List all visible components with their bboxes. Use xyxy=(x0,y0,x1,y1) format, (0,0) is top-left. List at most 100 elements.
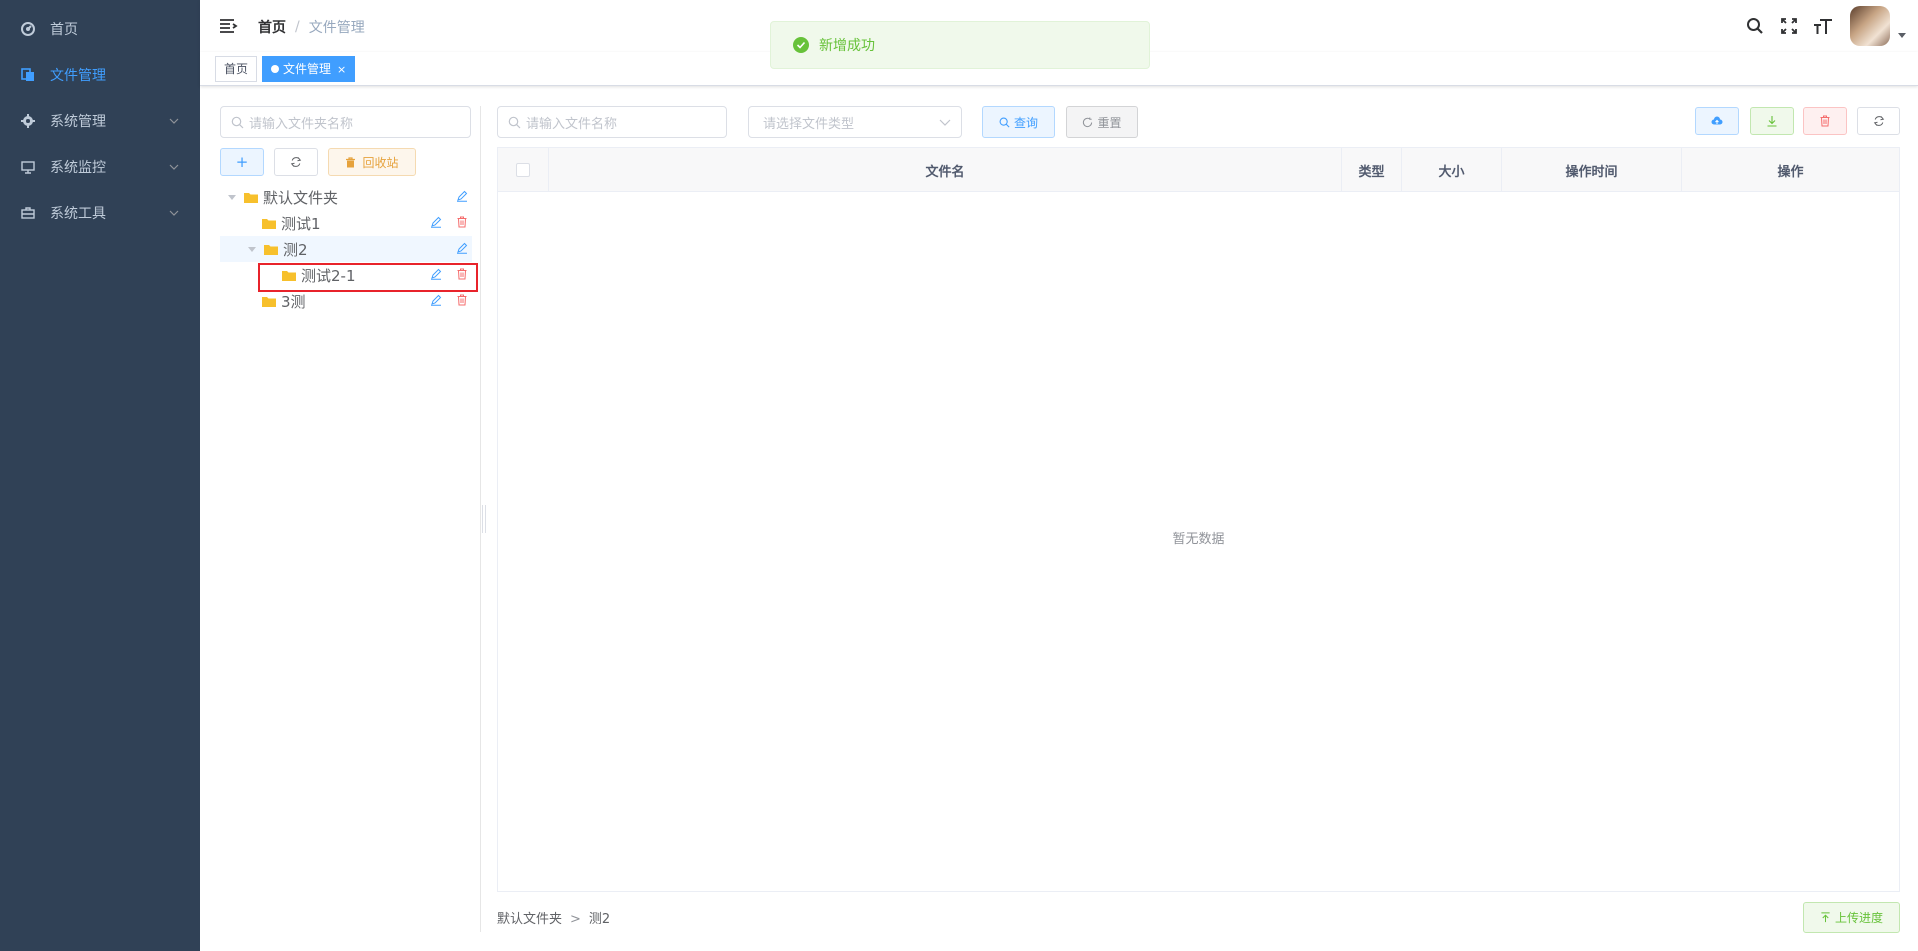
delete-icon[interactable] xyxy=(456,294,470,308)
add-folder-label: + xyxy=(235,153,249,171)
refresh-icon xyxy=(1873,116,1884,126)
folder-icon xyxy=(262,218,276,229)
recycle-bin-label: 回收站 xyxy=(362,155,399,170)
folder-icon xyxy=(244,192,258,203)
tree-node-ce2[interactable]: 测2 xyxy=(220,236,472,262)
column-header-name[interactable]: 文件名 xyxy=(549,148,1342,192)
success-check-icon xyxy=(793,37,809,53)
fullscreen-icon[interactable] xyxy=(1778,15,1800,37)
folder-icon xyxy=(262,296,276,307)
column-header-type[interactable]: 类型 xyxy=(1342,148,1402,192)
sidebar-item-label: 系统监控 xyxy=(50,160,106,176)
gear-icon xyxy=(20,113,36,129)
column-header-actions: 操作 xyxy=(1777,164,1804,180)
chevron-down-icon xyxy=(939,119,951,126)
folder-icon xyxy=(264,244,278,255)
tag-file-management[interactable]: 文件管理 × xyxy=(262,56,356,82)
column-header-time[interactable]: 操作时间 xyxy=(1502,148,1682,192)
delete-icon xyxy=(1820,115,1830,127)
path-segment[interactable]: 测2 xyxy=(589,912,610,927)
tree-node-label: 测试1 xyxy=(281,214,321,233)
active-dot-icon xyxy=(271,65,279,73)
panel-splitter[interactable] xyxy=(480,106,481,932)
folder-path: 默认文件夹 > 测2 xyxy=(497,908,610,927)
recycle-bin-button[interactable]: 回收站 xyxy=(328,148,416,176)
search-icon xyxy=(999,117,1010,128)
upload-button[interactable] xyxy=(1695,107,1739,135)
trash-icon xyxy=(346,156,356,167)
tree-node-label: 测2 xyxy=(283,240,308,259)
add-folder-button[interactable]: + xyxy=(220,148,264,176)
monitor-icon xyxy=(20,159,36,175)
file-name-placeholder: 请输入文件名称 xyxy=(526,116,618,132)
sidebar-item-system-tools[interactable]: 系统工具 xyxy=(0,185,200,241)
query-button[interactable]: 查询 xyxy=(982,106,1055,138)
edit-icon[interactable] xyxy=(430,294,444,308)
breadcrumb-home[interactable]: 首页 xyxy=(258,17,286,37)
hamburger-icon[interactable] xyxy=(218,16,238,36)
download-icon xyxy=(1767,116,1777,127)
search-icon xyxy=(231,116,244,129)
file-table: 文件名 类型 大小 操作时间 操作 暂无数据 xyxy=(497,147,1900,892)
select-all-checkbox[interactable] xyxy=(516,163,530,177)
splitter-grip-icon[interactable] xyxy=(482,505,486,533)
toast-message: 新增成功 xyxy=(819,38,875,54)
sidebar-item-label: 文件管理 xyxy=(50,68,106,84)
search-icon xyxy=(508,116,521,129)
folder-search-input[interactable]: 请输入文件夹名称 xyxy=(220,106,471,138)
folder-search-placeholder: 请输入文件夹名称 xyxy=(249,116,354,132)
navbar-right xyxy=(1744,6,1906,46)
select-all-cell xyxy=(498,148,549,192)
toolbox-icon xyxy=(20,205,36,221)
path-segment[interactable]: 默认文件夹 xyxy=(497,912,562,927)
tree-node-label: 默认文件夹 xyxy=(263,188,339,207)
cloud-upload-icon xyxy=(1711,116,1723,125)
upload-progress-button[interactable]: 上传进度 xyxy=(1803,902,1900,933)
chevron-down-icon xyxy=(169,164,179,170)
sidebar-item-label: 首页 xyxy=(50,22,78,38)
empty-text: 暂无数据 xyxy=(1172,532,1225,547)
refresh-table-button[interactable] xyxy=(1857,107,1900,135)
search-icon[interactable] xyxy=(1744,15,1766,37)
success-toast: 新增成功 xyxy=(770,21,1150,69)
breadcrumb-current: 文件管理 xyxy=(308,20,365,36)
tag-label: 文件管理 xyxy=(283,62,332,76)
refresh-icon xyxy=(290,157,302,167)
upload-icon xyxy=(1821,912,1830,923)
upload-progress-label: 上传进度 xyxy=(1834,911,1883,925)
tag-home[interactable]: 首页 xyxy=(215,56,258,82)
breadcrumb: 首页 / 文件管理 xyxy=(258,17,365,37)
sidebar-item-label: 系统管理 xyxy=(50,114,106,130)
column-header-size[interactable]: 大小 xyxy=(1402,148,1502,192)
tree-node-label: 3测 xyxy=(281,292,306,311)
edit-icon[interactable] xyxy=(456,242,470,256)
edit-icon[interactable] xyxy=(430,216,444,230)
chevron-down-icon xyxy=(169,210,179,216)
folder-tree-panel: 请输入文件夹名称 + 回收站 默认文件夹 测试1 测2 测试2-1 3测 xyxy=(220,106,472,936)
font-size-icon[interactable] xyxy=(1812,15,1834,37)
highlight-box xyxy=(258,263,478,292)
chevron-down-icon xyxy=(169,118,179,124)
download-button[interactable] xyxy=(1750,107,1794,135)
delete-button[interactable] xyxy=(1803,107,1847,135)
file-name-search-input[interactable]: 请输入文件名称 xyxy=(497,106,727,138)
dashboard-icon xyxy=(20,21,36,37)
reset-icon xyxy=(1083,116,1093,127)
breadcrumb-separator: / xyxy=(295,19,300,35)
file-type-select[interactable]: 请选择文件类型 xyxy=(748,106,962,138)
reset-button[interactable]: 重置 xyxy=(1066,106,1138,138)
reset-label: 重置 xyxy=(1097,115,1122,130)
edit-icon[interactable] xyxy=(456,190,470,204)
sidebar-item-label: 系统工具 xyxy=(50,206,106,222)
table-header: 文件名 类型 大小 操作时间 操作 xyxy=(498,148,1899,192)
close-icon[interactable]: × xyxy=(337,63,346,76)
tree-node-test1[interactable]: 测试1 xyxy=(220,210,472,236)
caret-down-icon[interactable] xyxy=(228,194,236,200)
delete-icon[interactable] xyxy=(456,216,470,230)
avatar[interactable] xyxy=(1850,6,1890,46)
tree-node-default-folder[interactable]: 默认文件夹 xyxy=(220,184,472,210)
caret-down-icon[interactable] xyxy=(248,246,256,252)
refresh-tree-button[interactable] xyxy=(274,148,318,176)
caret-down-icon[interactable] xyxy=(1898,32,1906,38)
path-separator: > xyxy=(570,912,581,927)
